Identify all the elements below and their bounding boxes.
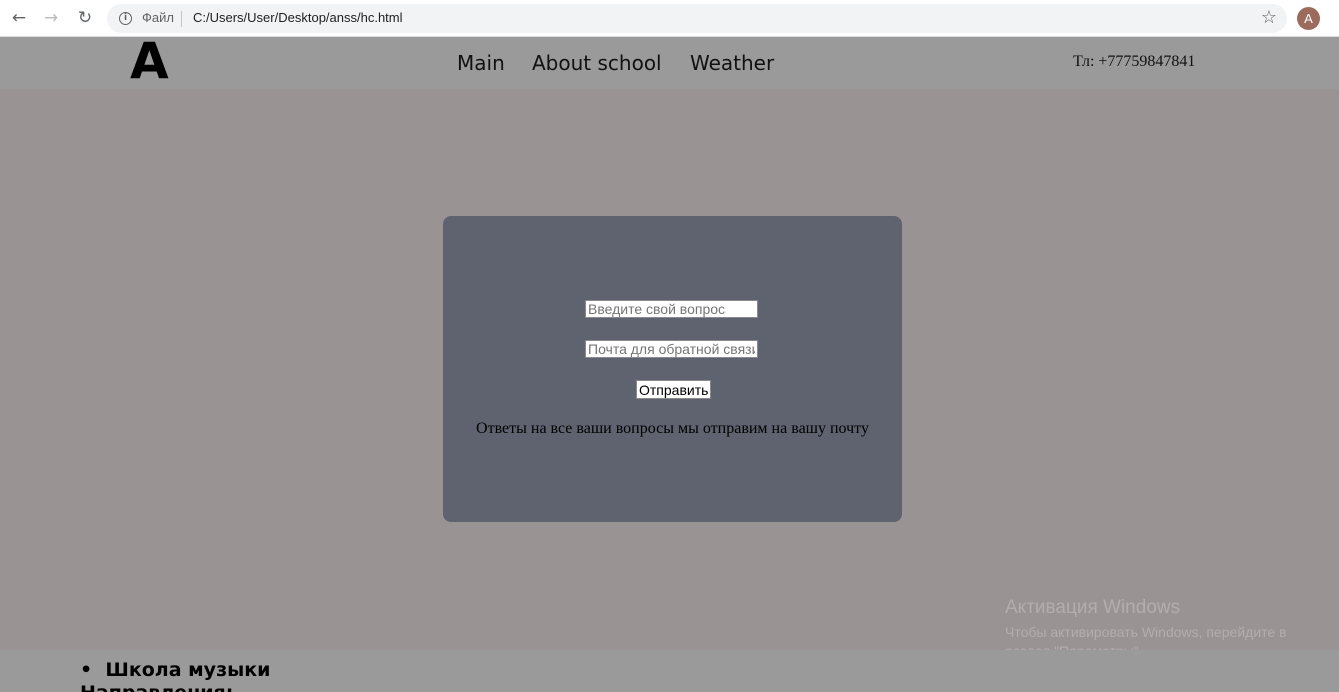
- profile-avatar[interactable]: A: [1297, 7, 1320, 30]
- bullet-icon: •: [80, 659, 106, 681]
- site-header: A Main About school Weather Тл: +7775984…: [0, 33, 1339, 89]
- address-separator: [181, 11, 182, 27]
- phone-number: Тл: +77759847841: [1073, 53, 1196, 70]
- form-note: Ответы на все ваши вопросы мы отправим н…: [476, 420, 869, 437]
- list-item: • Школа музыки: [80, 659, 271, 681]
- url-text[interactable]: C:/Users/User/Desktop/anss/hc.html: [193, 10, 403, 25]
- nav-link-main[interactable]: Main: [457, 51, 505, 75]
- question-input[interactable]: [585, 300, 758, 318]
- list-item-label: Школа музыки: [105, 659, 271, 681]
- browser-toolbar: ← → ↻ i Файл C:/Users/User/Desktop/anss/…: [0, 0, 1339, 37]
- nav-link-weather[interactable]: Weather: [690, 51, 774, 75]
- bottom-section: • Школа музыки Направления:: [0, 650, 1339, 692]
- forward-arrow-icon[interactable]: →: [41, 8, 61, 28]
- file-scheme-label: Файл: [142, 10, 174, 25]
- reload-icon[interactable]: ↻: [75, 8, 95, 28]
- directions-heading: Направления:: [80, 682, 233, 692]
- nav-link-about-school[interactable]: About school: [532, 51, 662, 75]
- site-logo[interactable]: A: [130, 33, 169, 89]
- windows-activation-title: Активация Windows: [1005, 597, 1181, 618]
- bookmark-star-icon[interactable]: ☆: [1261, 7, 1277, 28]
- email-input[interactable]: [585, 340, 758, 358]
- address-bar[interactable]: i Файл C:/Users/User/Desktop/anss/hc.htm…: [107, 4, 1287, 33]
- question-form-card: Отправить Ответы на все ваши вопросы мы …: [443, 216, 902, 522]
- back-arrow-icon[interactable]: ←: [9, 8, 29, 28]
- info-icon[interactable]: i: [119, 12, 132, 25]
- submit-button[interactable]: Отправить: [636, 380, 712, 399]
